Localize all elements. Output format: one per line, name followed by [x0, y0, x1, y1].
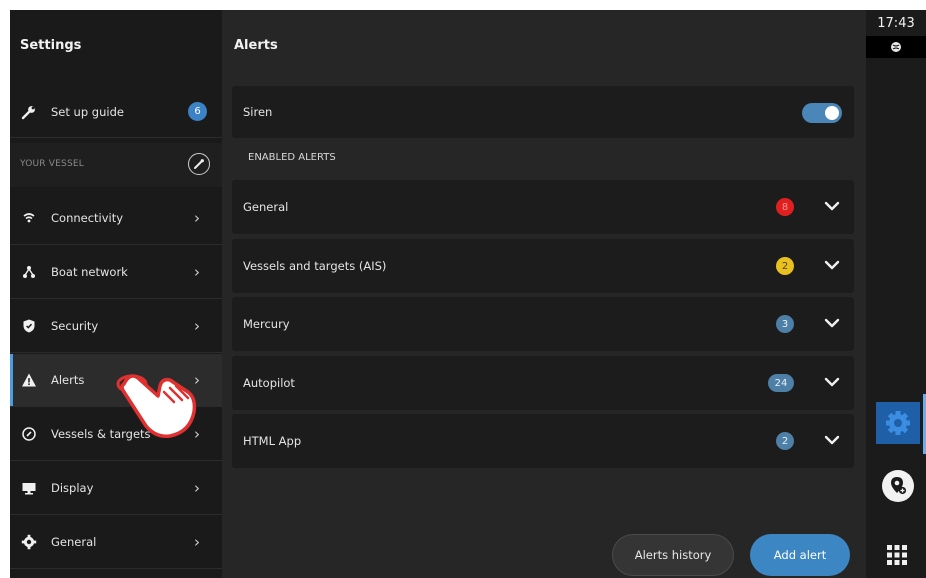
sidebar-item-general[interactable]: General › — [10, 516, 222, 569]
settings-shortcut-button[interactable] — [876, 402, 920, 444]
sidebar-item-security[interactable]: Security › — [10, 300, 222, 353]
alert-row-html-app[interactable]: HTML App 2 — [232, 414, 854, 468]
alert-label: HTML App — [243, 434, 302, 448]
shield-icon — [21, 318, 37, 334]
sidebar-item-label: Set up guide — [51, 104, 124, 119]
alert-row-autopilot[interactable]: Autopilot 24 — [232, 356, 854, 410]
target-icon — [21, 426, 37, 442]
your-vessel-section-header: YOUR VESSEL — [10, 143, 222, 187]
gear-icon — [21, 534, 37, 550]
alert-count-badge: 24 — [768, 374, 794, 392]
chevron-down-icon[interactable] — [822, 372, 842, 392]
page-title: Alerts — [234, 38, 278, 53]
alert-label: Vessels and targets (AIS) — [243, 259, 387, 273]
tap-hand-icon — [116, 374, 197, 439]
globe-icon — [891, 42, 901, 52]
siren-row: Siren — [232, 86, 854, 138]
chevron-right-icon: › — [194, 317, 200, 335]
chevron-right-icon: › — [194, 263, 200, 281]
apps-grid-icon[interactable] — [886, 544, 908, 566]
sidebar-item-setup-guide[interactable]: Set up guide 6 — [10, 86, 222, 138]
toggle-knob — [825, 106, 839, 120]
sidebar-item-display[interactable]: Display › — [10, 462, 222, 515]
alert-label: Mercury — [243, 317, 290, 331]
map-pin-add-icon — [891, 477, 907, 495]
sidebar-item-label: Alerts — [51, 373, 85, 387]
sidebar-item-boat-network[interactable]: Boat network › — [10, 246, 222, 299]
chevron-right-icon: › — [194, 479, 200, 497]
chevron-down-icon[interactable] — [822, 430, 842, 450]
chevron-down-icon[interactable] — [822, 196, 842, 216]
clock: 17:43 — [877, 16, 915, 31]
sidebar-item-connectivity[interactable]: Connectivity › — [10, 192, 222, 245]
enabled-alerts-header: ENABLED ALERTS — [248, 152, 336, 163]
siren-label: Siren — [243, 105, 273, 119]
section-label: YOUR VESSEL — [20, 159, 84, 169]
alert-row-general[interactable]: General 8 — [232, 180, 854, 234]
sidebar-title: Settings — [20, 38, 82, 53]
alert-count-badge: 8 — [776, 198, 794, 216]
status-bar — [866, 36, 926, 58]
siren-toggle[interactable] — [802, 103, 842, 123]
alerts-history-button[interactable]: Alerts history — [612, 534, 734, 576]
wrench-icon — [21, 104, 37, 120]
sidebar-item-label: Display — [51, 481, 94, 495]
alert-row-mercury[interactable]: Mercury 3 — [232, 297, 854, 351]
alert-label: General — [243, 200, 289, 214]
warning-icon — [21, 372, 37, 388]
alert-label: Autopilot — [243, 376, 295, 390]
settings-sidebar: Settings Set up guide 6 YOUR VESSEL Conn… — [10, 10, 222, 578]
edit-vessel-button[interactable] — [188, 153, 210, 175]
chevron-right-icon: › — [194, 209, 200, 227]
display-icon — [21, 480, 37, 496]
chevron-down-icon[interactable] — [822, 313, 842, 333]
sidebar-item-label: Connectivity — [51, 211, 124, 225]
sidebar-item-label: Boat network — [51, 265, 128, 279]
alert-count-badge: 2 — [776, 257, 794, 275]
alert-count-badge: 2 — [776, 432, 794, 450]
edit-icon — [194, 159, 204, 169]
alert-row-vessels-targets-ais[interactable]: Vessels and targets (AIS) 2 — [232, 239, 854, 293]
right-rail: 17:43 — [866, 10, 926, 578]
app-window: Settings Set up guide 6 YOUR VESSEL Conn… — [10, 10, 926, 578]
wifi-icon — [21, 210, 37, 226]
alert-count-badge: 3 — [776, 315, 794, 333]
network-icon — [21, 264, 37, 280]
gear-icon — [886, 411, 910, 435]
sidebar-item-label: Security — [51, 319, 99, 333]
sidebar-item-label: General — [51, 535, 97, 549]
add-alert-button[interactable]: Add alert — [750, 534, 850, 576]
chevron-right-icon: › — [194, 533, 200, 551]
add-waypoint-button[interactable] — [882, 470, 914, 502]
setup-guide-badge: 6 — [188, 102, 207, 121]
chevron-down-icon[interactable] — [822, 255, 842, 275]
